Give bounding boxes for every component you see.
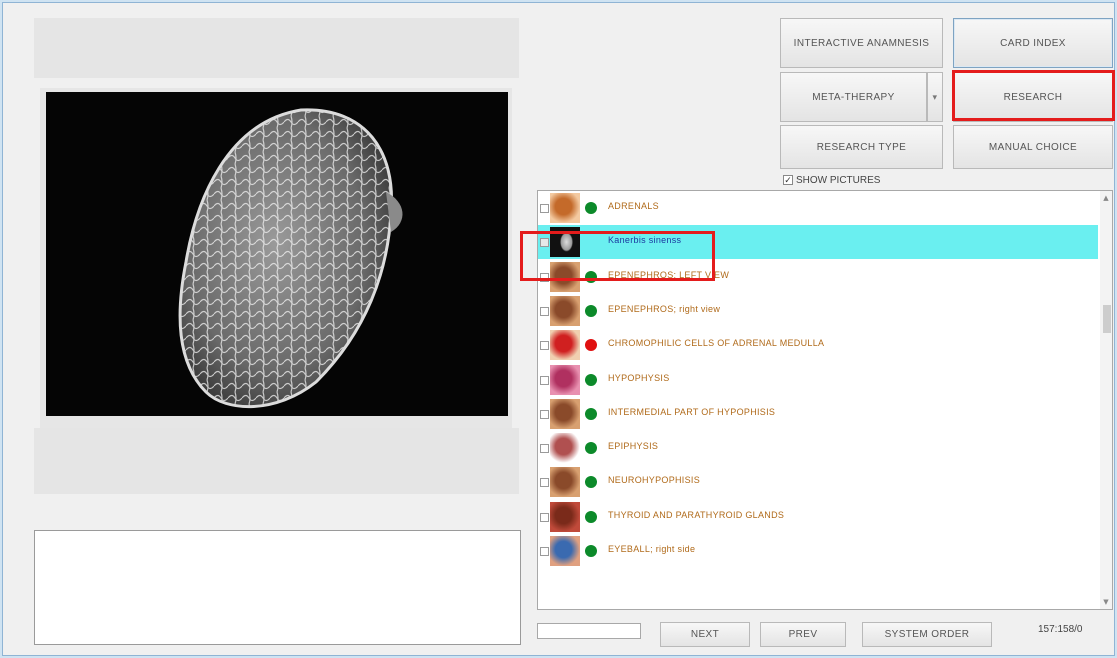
- show-pictures-checkbox[interactable]: ✓ SHOW PICTURES: [783, 173, 880, 187]
- list-item-checkbox[interactable]: [540, 341, 549, 351]
- eyeball-thumbnail-icon: [550, 536, 580, 566]
- list-item-label: INTERMEDIAL PART OF HYPOPHISIS: [608, 406, 776, 417]
- description-textbox[interactable]: [34, 530, 521, 645]
- list-item-label: THYROID AND PARATHYROID GLANDS: [608, 509, 785, 520]
- meta-therapy-button[interactable]: META-THERAPY: [780, 72, 927, 122]
- status-dot-green-icon: [585, 373, 597, 386]
- card-index-button[interactable]: CARD INDEX: [953, 18, 1113, 68]
- list-item[interactable]: EPENEPHROS; LEFT VIEW: [538, 260, 1098, 294]
- list-item-checkbox[interactable]: [540, 272, 549, 282]
- scroll-down-arrow-icon[interactable]: ▼: [1100, 596, 1112, 608]
- list-item-label: EPIPHYSIS: [608, 441, 659, 452]
- system-order-button[interactable]: SYSTEM ORDER: [862, 622, 992, 647]
- gland-thumbnail-icon: [550, 501, 580, 532]
- list-item-checkbox[interactable]: [540, 238, 549, 248]
- list-item[interactable]: EYEBALL; right side: [538, 534, 1098, 568]
- prev-button[interactable]: PREV: [760, 622, 846, 647]
- list-item-label: ADRENALS: [608, 201, 659, 211]
- interactive-anamnesis-button[interactable]: INTERACTIVE ANAMNESIS: [780, 18, 943, 68]
- seed-micrograph-thumbnail-icon: [550, 227, 580, 258]
- status-dot-red-icon: [585, 339, 597, 352]
- list-item-checkbox[interactable]: [540, 512, 549, 522]
- status-dot-green-icon: [585, 545, 597, 557]
- research-button[interactable]: RESEARCH: [953, 72, 1113, 122]
- seed-micrograph-icon: [178, 108, 403, 408]
- bottom-info-panel: [34, 428, 519, 494]
- list-item-checkbox[interactable]: [540, 547, 549, 556]
- status-dot-green-icon: [585, 510, 597, 523]
- list-item-checkbox[interactable]: [540, 204, 549, 213]
- organ-thumbnail-icon: [550, 364, 580, 395]
- list-item-checkbox[interactable]: [540, 409, 549, 419]
- list-item-checkbox[interactable]: [540, 306, 549, 316]
- scroll-up-arrow-icon[interactable]: ▲: [1100, 192, 1112, 204]
- list-item-label: EYEBALL; right side: [608, 544, 696, 554]
- list-item-checkbox[interactable]: [540, 478, 549, 488]
- cells-thumbnail-icon: [550, 433, 580, 464]
- list-item[interactable]: CHROMOPHILIC CELLS OF ADRENAL MEDULLA: [538, 328, 1098, 362]
- list-item[interactable]: EPENEPHROS; right view: [538, 294, 1098, 328]
- list-item[interactable]: HYPOPHYSIS: [538, 363, 1098, 397]
- micrograph-image: [46, 92, 508, 416]
- list-item-label: NEUROHYPOPHISIS: [608, 475, 701, 486]
- research-type-button[interactable]: RESEARCH TYPE: [780, 125, 943, 169]
- list-item-label: EPENEPHROS; LEFT VIEW: [608, 269, 730, 280]
- list-scrollbar[interactable]: [1100, 191, 1112, 609]
- list-item[interactable]: EPIPHYSIS: [538, 431, 1098, 465]
- tissue-thumbnail-icon: [550, 295, 580, 326]
- list-item-checkbox[interactable]: [540, 444, 549, 454]
- show-pictures-label: SHOW PICTURES: [796, 174, 881, 186]
- list-item-label: CHROMOPHILIC CELLS OF ADRENAL MEDULLA: [608, 338, 825, 349]
- list-item[interactable]: ADRENALS: [538, 191, 1098, 225]
- list-item[interactable]: INTERMEDIAL PART OF HYPOPHISIS: [538, 397, 1098, 431]
- tissue-thumbnail-icon: [550, 398, 580, 429]
- item-list[interactable]: ADRENALS Kanerbis sinenss EPENEPHROS; LEFT…: [537, 190, 1113, 610]
- status-dot-green-icon: [585, 442, 597, 455]
- cell-thumbnail-icon: [550, 330, 580, 361]
- status-dot-green-icon: [585, 270, 597, 283]
- item-counter: 157:158/0: [1038, 624, 1083, 635]
- list-item[interactable]: NEUROHYPOPHISIS: [538, 465, 1098, 499]
- meta-therapy-dropdown-arrow-icon[interactable]: ▾: [927, 72, 943, 122]
- status-dot-green-icon: [585, 304, 597, 317]
- adrenals-thumbnail-icon: [550, 193, 580, 223]
- status-dot-green-icon: [585, 407, 597, 420]
- list-item-label: Kanerbis sinenss: [608, 235, 682, 246]
- status-dot-green-icon: [585, 202, 597, 214]
- top-info-panel: [34, 18, 519, 78]
- tissue-thumbnail-icon: [550, 261, 580, 292]
- list-item[interactable]: Kanerbis sinenss: [538, 225, 1098, 260]
- checkmark-icon[interactable]: ✓: [783, 175, 793, 185]
- next-button[interactable]: NEXT: [660, 622, 750, 647]
- tissue-thumbnail-icon: [550, 467, 580, 498]
- list-item[interactable]: THYROID AND PARATHYROID GLANDS: [538, 500, 1098, 534]
- status-dot-green-icon: [585, 476, 597, 489]
- scrollbar-thumb[interactable]: [1103, 305, 1111, 333]
- list-item-checkbox[interactable]: [540, 375, 549, 385]
- manual-choice-button[interactable]: MANUAL CHOICE: [953, 125, 1113, 169]
- list-item-label: EPENEPHROS; right view: [608, 303, 721, 314]
- list-item-label: HYPOPHYSIS: [608, 372, 670, 383]
- search-input[interactable]: [537, 623, 641, 639]
